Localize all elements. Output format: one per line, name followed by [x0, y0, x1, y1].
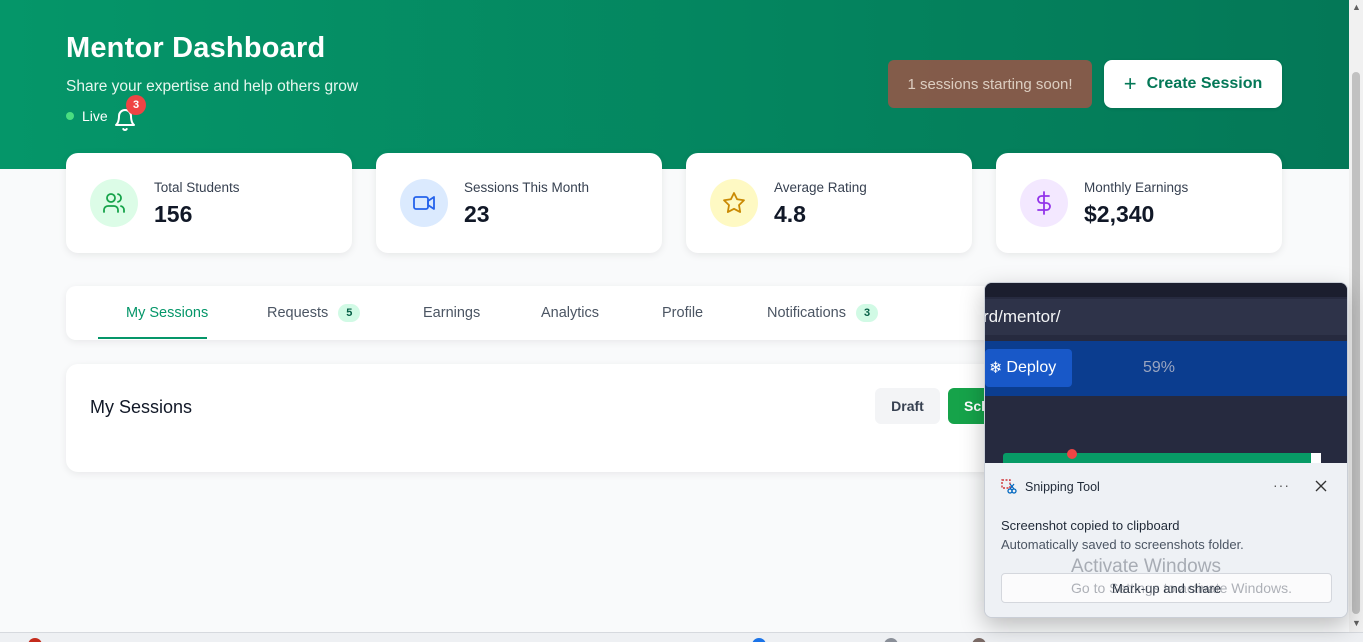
live-label: Live [82, 108, 108, 124]
tab-my-sessions[interactable]: My Sessions [126, 286, 208, 340]
stat-value: 156 [154, 201, 193, 227]
tab-notifications[interactable]: Notifications 3 [767, 286, 879, 340]
tab-label: Requests [267, 305, 329, 321]
tab-earnings[interactable]: Earnings [423, 286, 480, 340]
stat-label: Average Rating [774, 180, 867, 195]
requests-count-badge: 5 [338, 304, 361, 322]
draft-button[interactable]: Draft [875, 388, 940, 424]
stat-card-total-students: Total Students 156 [66, 153, 352, 253]
stat-label: Monthly Earnings [1084, 180, 1189, 195]
tab-analytics[interactable]: Analytics [541, 286, 599, 340]
section-title: My Sessions [90, 397, 193, 417]
create-session-label: Create Session [1146, 75, 1263, 92]
tab-label: Profile [662, 305, 704, 321]
more-options-icon[interactable]: ··· [1273, 477, 1290, 493]
dollar-icon [1020, 179, 1068, 227]
scroll-up-arrow-icon[interactable]: ▲ [1352, 2, 1361, 12]
screenshot-thumbnail[interactable]: rd/mentor/ ❄ Deploy 59% [985, 283, 1347, 463]
thumbnail-topbar [985, 283, 1347, 297]
tab-requests[interactable]: Requests 5 [267, 286, 361, 340]
stat-card-sessions-this-month: Sessions This Month 23 [376, 153, 662, 253]
stat-label: Sessions This Month [464, 180, 590, 195]
thumbnail-deploy-label: Deploy [1006, 359, 1057, 376]
page-title: Mentor Dashboard [66, 32, 326, 64]
stat-value: 4.8 [774, 201, 806, 227]
notification-count-badge: 3 [126, 95, 146, 115]
video-icon [400, 179, 448, 227]
notification-app-name: Snipping Tool [1025, 480, 1100, 494]
snowflake-icon: ❄ [989, 360, 1003, 377]
tab-label: Analytics [541, 305, 600, 321]
active-tab-indicator [98, 337, 207, 339]
windows-taskbar [0, 632, 1363, 642]
notification-submessage: Automatically saved to screenshots folde… [1001, 537, 1244, 552]
stat-card-average-rating: Average Rating 4.8 [686, 153, 972, 253]
sessions-soon-toast: 1 sessions starting soon! [888, 60, 1092, 108]
thumbnail-header-preview [1003, 453, 1321, 463]
scroll-down-arrow-icon[interactable]: ▼ [1352, 618, 1361, 628]
thumbnail-url-text: rd/mentor/ [985, 307, 1061, 326]
tab-label: My Sessions [126, 305, 209, 321]
notifications-count-badge: 3 [855, 304, 879, 322]
tab-bar: My Sessions Requests 5 Earnings Analytic… [66, 286, 1026, 340]
tab-label: Earnings [423, 305, 481, 321]
live-status: Live [66, 108, 108, 124]
my-sessions-panel: My Sessions Draft Sch [66, 364, 1026, 472]
stat-card-monthly-earnings: Monthly Earnings $2,340 [996, 153, 1282, 253]
thumbnail-badge-icon [1067, 449, 1077, 459]
activate-windows-title: Activate Windows [1071, 556, 1221, 577]
tab-profile[interactable]: Profile [662, 286, 703, 340]
thumbnail-url-bar: rd/mentor/ [985, 299, 1347, 335]
thumbnail-button-preview [1311, 453, 1321, 463]
star-icon [710, 179, 758, 227]
live-dot-icon [66, 112, 74, 120]
create-session-button[interactable]: + Create Session [1104, 60, 1282, 108]
stat-value: $2,340 [1084, 201, 1155, 227]
close-icon[interactable] [1315, 479, 1327, 492]
thumbnail-deploy-button: ❄ Deploy [985, 349, 1072, 387]
plus-icon: + [1123, 71, 1137, 96]
page-subtitle: Share your expertise and help others gro… [66, 78, 359, 95]
tab-label: Notifications [767, 305, 846, 321]
notification-message: Screenshot copied to clipboard [1001, 518, 1180, 533]
stat-value: 23 [464, 201, 490, 227]
snipping-tool-icon [1001, 479, 1017, 495]
activate-windows-subtitle: Go to Settings to activate Windows. [1071, 580, 1292, 596]
thumbnail-progress-text: 59% [1143, 359, 1176, 376]
users-icon [90, 179, 138, 227]
stat-label: Total Students [154, 180, 240, 195]
scrollbar-thumb[interactable] [1352, 72, 1360, 614]
